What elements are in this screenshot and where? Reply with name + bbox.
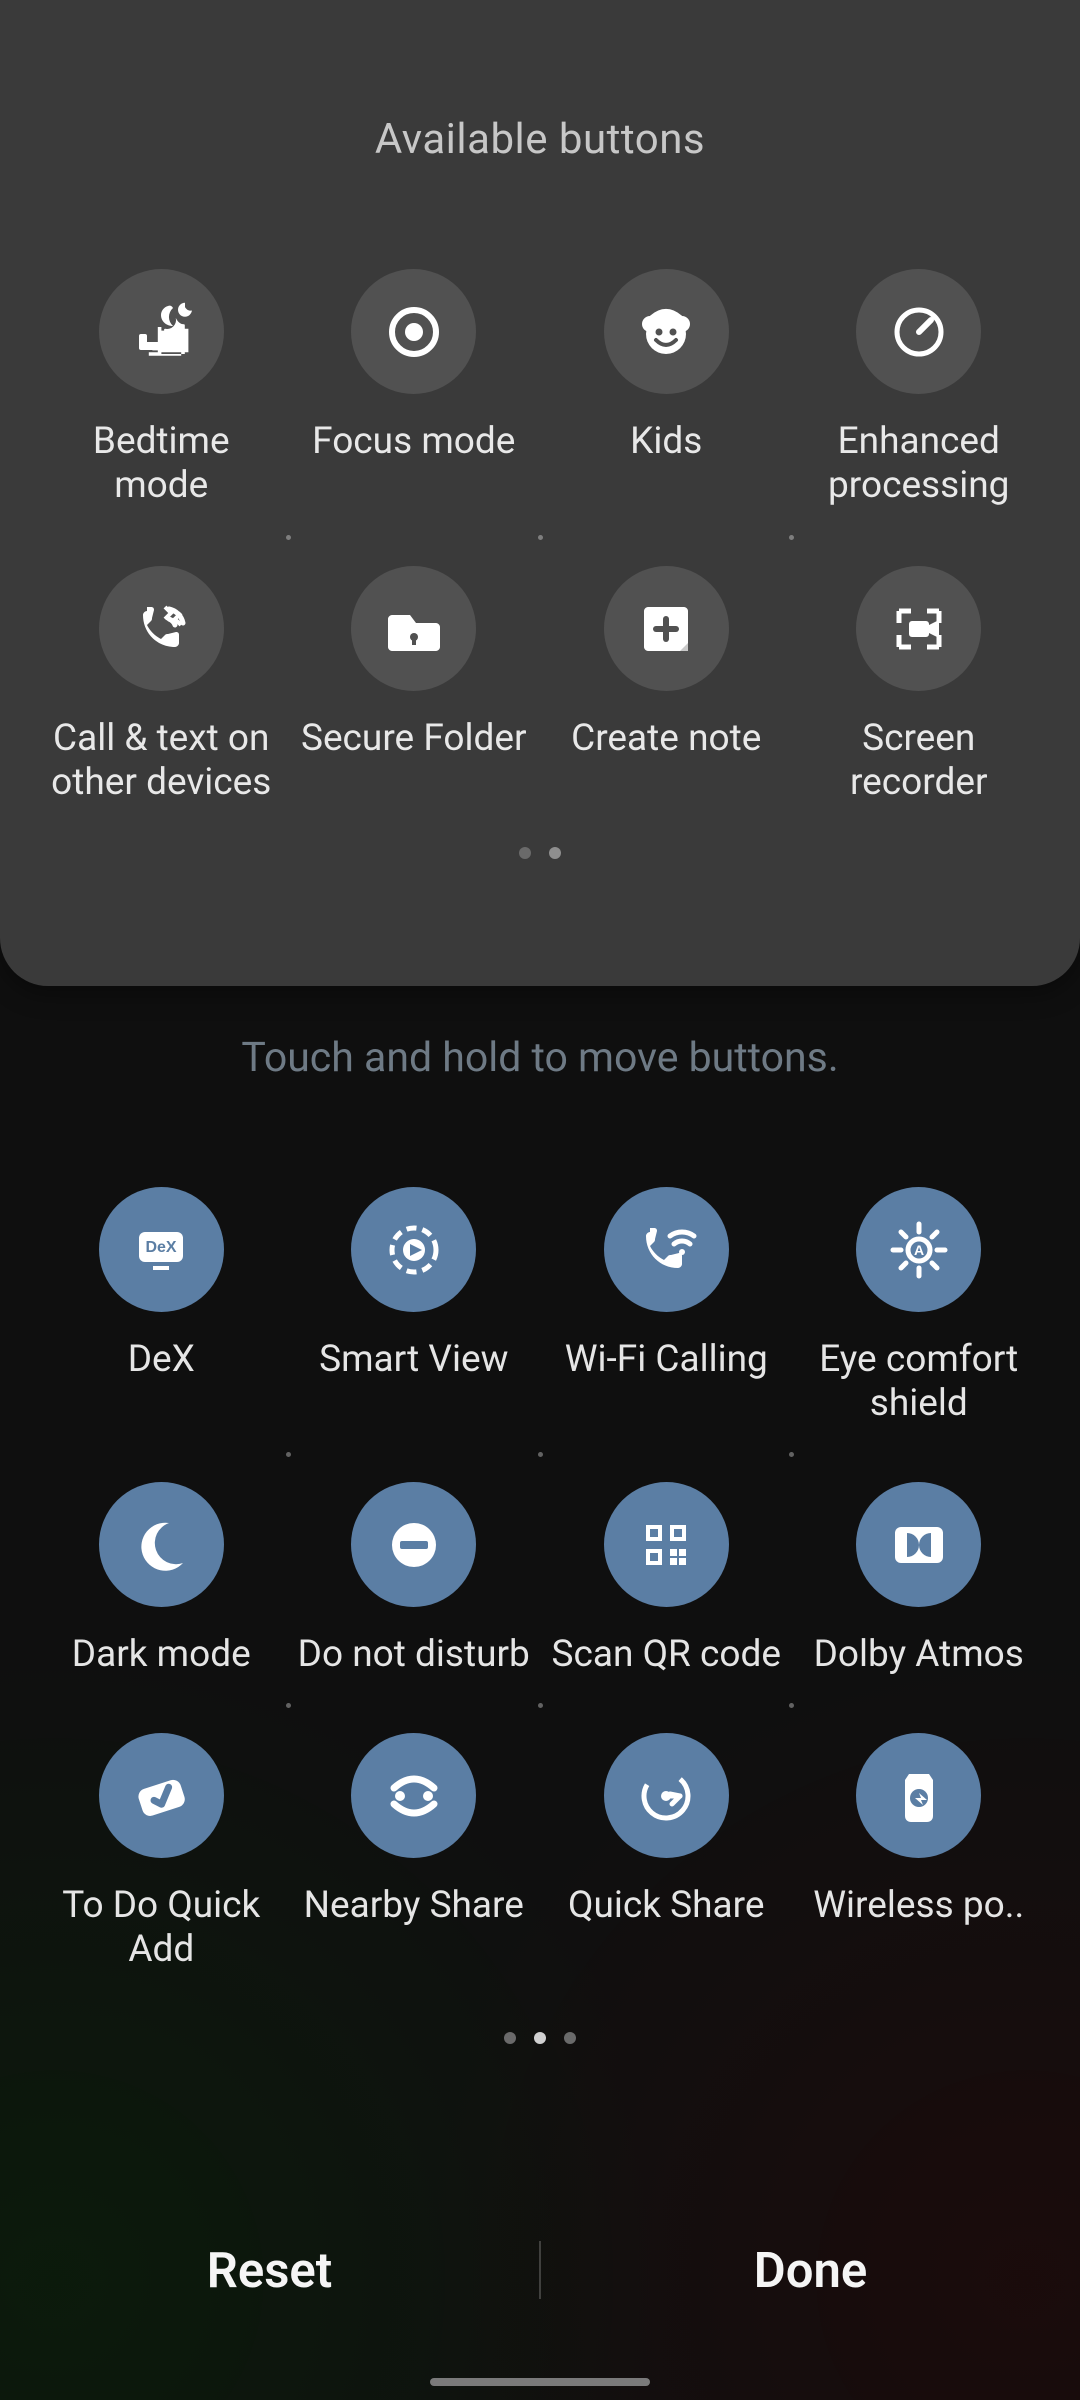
tile-kids[interactable]: Kids <box>545 269 788 508</box>
tile-call-text-other-devices[interactable]: Call & text on other devices <box>40 566 283 805</box>
row-separator <box>40 1677 1040 1733</box>
scan-qr-code-icon <box>604 1482 729 1607</box>
tile-label: Scan QR code <box>549 1633 784 1677</box>
bedtime-mode-icon <box>99 269 224 394</box>
wifi-calling-icon <box>604 1187 729 1312</box>
tile-dex[interactable]: DeX <box>40 1187 283 1426</box>
tile-label: Eye comfort shield <box>801 1338 1036 1426</box>
tile-label: Dark mode <box>44 1633 279 1677</box>
tile-wireless-power-share[interactable]: Wireless po.. <box>798 1733 1041 1972</box>
page-dot <box>564 2032 576 2044</box>
tile-label: Do not disturb <box>296 1633 531 1677</box>
secure-folder-icon <box>351 566 476 691</box>
active-buttons-grid: DeX Smart View Wi-Fi Calling Eye comfort… <box>40 1187 1040 1972</box>
tile-enhanced-processing[interactable]: Enhanced processing <box>798 269 1041 508</box>
tile-label: Dolby Atmos <box>801 1633 1036 1677</box>
screen-recorder-icon <box>856 566 981 691</box>
tile-label: DeX <box>44 1338 279 1382</box>
tile-eye-comfort-shield[interactable]: Eye comfort shield <box>798 1187 1041 1426</box>
dolby-atmos-icon <box>856 1482 981 1607</box>
tile-label: Wi-Fi Calling <box>549 1338 784 1382</box>
available-page-indicator <box>0 847 1080 859</box>
todo-quick-add-icon <box>99 1733 224 1858</box>
tile-label: Create note <box>549 717 784 761</box>
wireless-power-share-icon <box>856 1733 981 1858</box>
tile-wifi-calling[interactable]: Wi-Fi Calling <box>545 1187 788 1426</box>
reset-button[interactable]: Reset <box>0 2242 539 2299</box>
focus-mode-icon <box>351 269 476 394</box>
panel-title: Available buttons <box>0 115 1080 164</box>
tile-create-note[interactable]: Create note <box>545 566 788 805</box>
tile-label: To Do Quick Add <box>44 1884 279 1972</box>
tile-bedtime-mode[interactable]: Bedtime mode <box>40 269 283 508</box>
tile-focus-mode[interactable]: Focus mode <box>293 269 536 508</box>
page-dot-current <box>534 2032 546 2044</box>
call-text-devices-icon <box>99 566 224 691</box>
done-button[interactable]: Done <box>541 2242 1080 2299</box>
kids-icon <box>604 269 729 394</box>
tile-label: Screen recorder <box>801 717 1036 805</box>
tile-nearby-share[interactable]: Nearby Share <box>293 1733 536 1972</box>
bottom-action-bar: Reset Done <box>0 2200 1080 2340</box>
gesture-nav-pill[interactable] <box>430 2378 650 2386</box>
tile-do-not-disturb[interactable]: Do not disturb <box>293 1482 536 1677</box>
row-separator <box>40 1426 1040 1482</box>
page-dot <box>519 847 531 859</box>
move-hint: Touch and hold to move buttons. <box>0 1034 1080 1082</box>
do-not-disturb-icon <box>351 1482 476 1607</box>
tile-scan-qr-code[interactable]: Scan QR code <box>545 1482 788 1677</box>
tile-smart-view[interactable]: Smart View <box>293 1187 536 1426</box>
enhanced-processing-icon <box>856 269 981 394</box>
tile-quick-share[interactable]: Quick Share <box>545 1733 788 1972</box>
tile-label: Smart View <box>296 1338 531 1382</box>
tile-todo-quick-add[interactable]: To Do Quick Add <box>40 1733 283 1972</box>
tile-label: Focus mode <box>296 420 531 464</box>
tile-label: Wireless po.. <box>801 1884 1036 1928</box>
dark-mode-icon <box>99 1482 224 1607</box>
tile-label: Secure Folder <box>296 717 531 761</box>
page-dot <box>504 2032 516 2044</box>
tile-label: Enhanced processing <box>801 420 1036 508</box>
nearby-share-icon <box>351 1733 476 1858</box>
tile-secure-folder[interactable]: Secure Folder <box>293 566 536 805</box>
available-buttons-grid: Bedtime mode Focus mode Kids Enhanced pr… <box>40 269 1040 805</box>
tile-dolby-atmos[interactable]: Dolby Atmos <box>798 1482 1041 1677</box>
row-separator <box>40 508 1040 566</box>
tile-label: Nearby Share <box>296 1884 531 1928</box>
eye-comfort-shield-icon <box>856 1187 981 1312</box>
tile-label: Call & text on other devices <box>44 717 279 805</box>
create-note-icon <box>604 566 729 691</box>
quick-share-icon <box>604 1733 729 1858</box>
available-buttons-panel: Available buttons Bedtime mode Focus mod… <box>0 0 1080 986</box>
tile-screen-recorder[interactable]: Screen recorder <box>798 566 1041 805</box>
page-dot-current <box>549 847 561 859</box>
active-page-indicator <box>0 2032 1080 2044</box>
dex-icon <box>99 1187 224 1312</box>
smart-view-icon <box>351 1187 476 1312</box>
tile-label: Bedtime mode <box>44 420 279 508</box>
tile-dark-mode[interactable]: Dark mode <box>40 1482 283 1677</box>
tile-label: Kids <box>549 420 784 464</box>
tile-label: Quick Share <box>549 1884 784 1928</box>
